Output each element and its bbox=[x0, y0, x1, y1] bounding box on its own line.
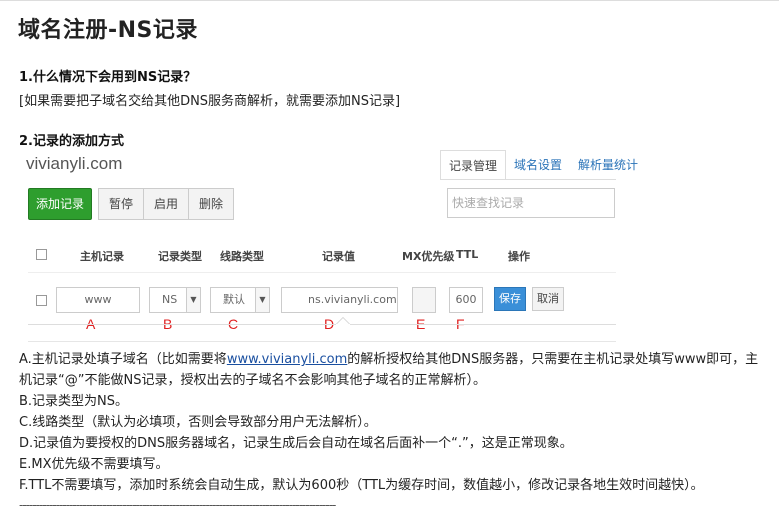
ttl-input[interactable]: 600 bbox=[449, 287, 483, 313]
tooltip-arrow bbox=[336, 317, 350, 324]
record-type-value: NS bbox=[162, 293, 178, 306]
question-1-answer: [如果需要把子域名交给其他DNS服务商解析，就需要添加NS记录] bbox=[19, 94, 401, 109]
column-ttl: TTL bbox=[456, 248, 479, 261]
enable-button[interactable]: 启用 bbox=[143, 188, 190, 220]
column-value: 记录值 bbox=[322, 250, 355, 263]
tooltip-border-left bbox=[28, 324, 336, 325]
record-action-buttons: 暂停 启用 删除 bbox=[98, 188, 235, 220]
add-record-button[interactable]: 添加记录 bbox=[28, 188, 92, 220]
delete-button[interactable]: 删除 bbox=[188, 188, 235, 220]
column-host: 主机记录 bbox=[80, 250, 124, 263]
panel-bottom-divider bbox=[28, 341, 616, 342]
column-mx-priority: MX优先级 bbox=[402, 250, 455, 263]
tab-resolution-stats[interactable]: 解析量统计 bbox=[570, 150, 646, 180]
tab-record-management[interactable]: 记录管理 bbox=[440, 150, 507, 180]
header-divider bbox=[28, 272, 616, 273]
column-line: 线路类型 bbox=[220, 250, 264, 263]
host-record-input[interactable]: www bbox=[56, 287, 140, 313]
dns-record-panel: vivianyli.com 记录管理 域名设置 解析量统计 添加记录 暂停 启用… bbox=[24, 150, 638, 342]
chevron-down-icon: ▼ bbox=[186, 288, 200, 312]
note-a-prefix: A.主机记录处填子域名（比如需要将 bbox=[19, 352, 227, 367]
example-domain-link[interactable]: www.vivianyli.com bbox=[227, 352, 347, 367]
pause-button[interactable]: 暂停 bbox=[98, 188, 145, 220]
record-value-input[interactable]: ns.vivianyli.com bbox=[281, 287, 398, 313]
question-1-heading: 1.什么情况下会用到NS记录？ bbox=[19, 70, 197, 85]
note-f: F.TTL不需要填写，添加时系统会自动生成，默认为600秒（TTL为缓存时间，数… bbox=[19, 478, 704, 493]
line-type-select[interactable]: 默认 ▼ bbox=[210, 287, 270, 313]
note-d: D.记录值为要授权的DNS服务器域名，记录生成后会自动在域名后面补一个“.”，这… bbox=[19, 436, 573, 451]
panel-domain-name: vivianyli.com bbox=[26, 154, 123, 173]
dashed-divider: ----------------------------------------… bbox=[19, 498, 336, 512]
column-actions: 操作 bbox=[508, 250, 530, 263]
record-type-select[interactable]: NS ▼ bbox=[149, 287, 201, 313]
mx-priority-input[interactable] bbox=[412, 287, 436, 313]
field-notes: A.主机记录处填子域名（比如需要将www.vivianyli.com的解析授权给… bbox=[19, 349, 771, 496]
select-all-checkbox[interactable] bbox=[36, 249, 47, 260]
question-2-heading: 2.记录的添加方式 bbox=[19, 134, 124, 149]
tab-baseline bbox=[440, 179, 616, 180]
tooltip-border-right bbox=[350, 324, 616, 325]
note-c: C.线路类型（默认为必填项，否则会导致部分用户无法解析）。 bbox=[19, 415, 377, 430]
quick-search-input[interactable]: 快速查找记录 bbox=[447, 188, 615, 218]
page-title: 域名注册-NS记录 bbox=[18, 18, 198, 43]
note-a: A.主机记录处填子域名（比如需要将www.vivianyli.com的解析授权给… bbox=[19, 349, 771, 391]
save-button[interactable]: 保存 bbox=[494, 287, 526, 311]
note-b: B.记录类型为NS。 bbox=[19, 394, 129, 409]
row-checkbox[interactable] bbox=[36, 295, 47, 306]
line-type-value: 默认 bbox=[223, 293, 245, 306]
tab-domain-settings[interactable]: 域名设置 bbox=[506, 150, 570, 180]
top-rule bbox=[0, 0, 779, 1]
note-e: E.MX优先级不需要填写。 bbox=[19, 457, 169, 472]
panel-tabs: 记录管理 域名设置 解析量统计 bbox=[440, 150, 646, 180]
cancel-button[interactable]: 取消 bbox=[532, 287, 564, 311]
column-type: 记录类型 bbox=[158, 250, 202, 263]
chevron-down-icon: ▼ bbox=[255, 288, 269, 312]
